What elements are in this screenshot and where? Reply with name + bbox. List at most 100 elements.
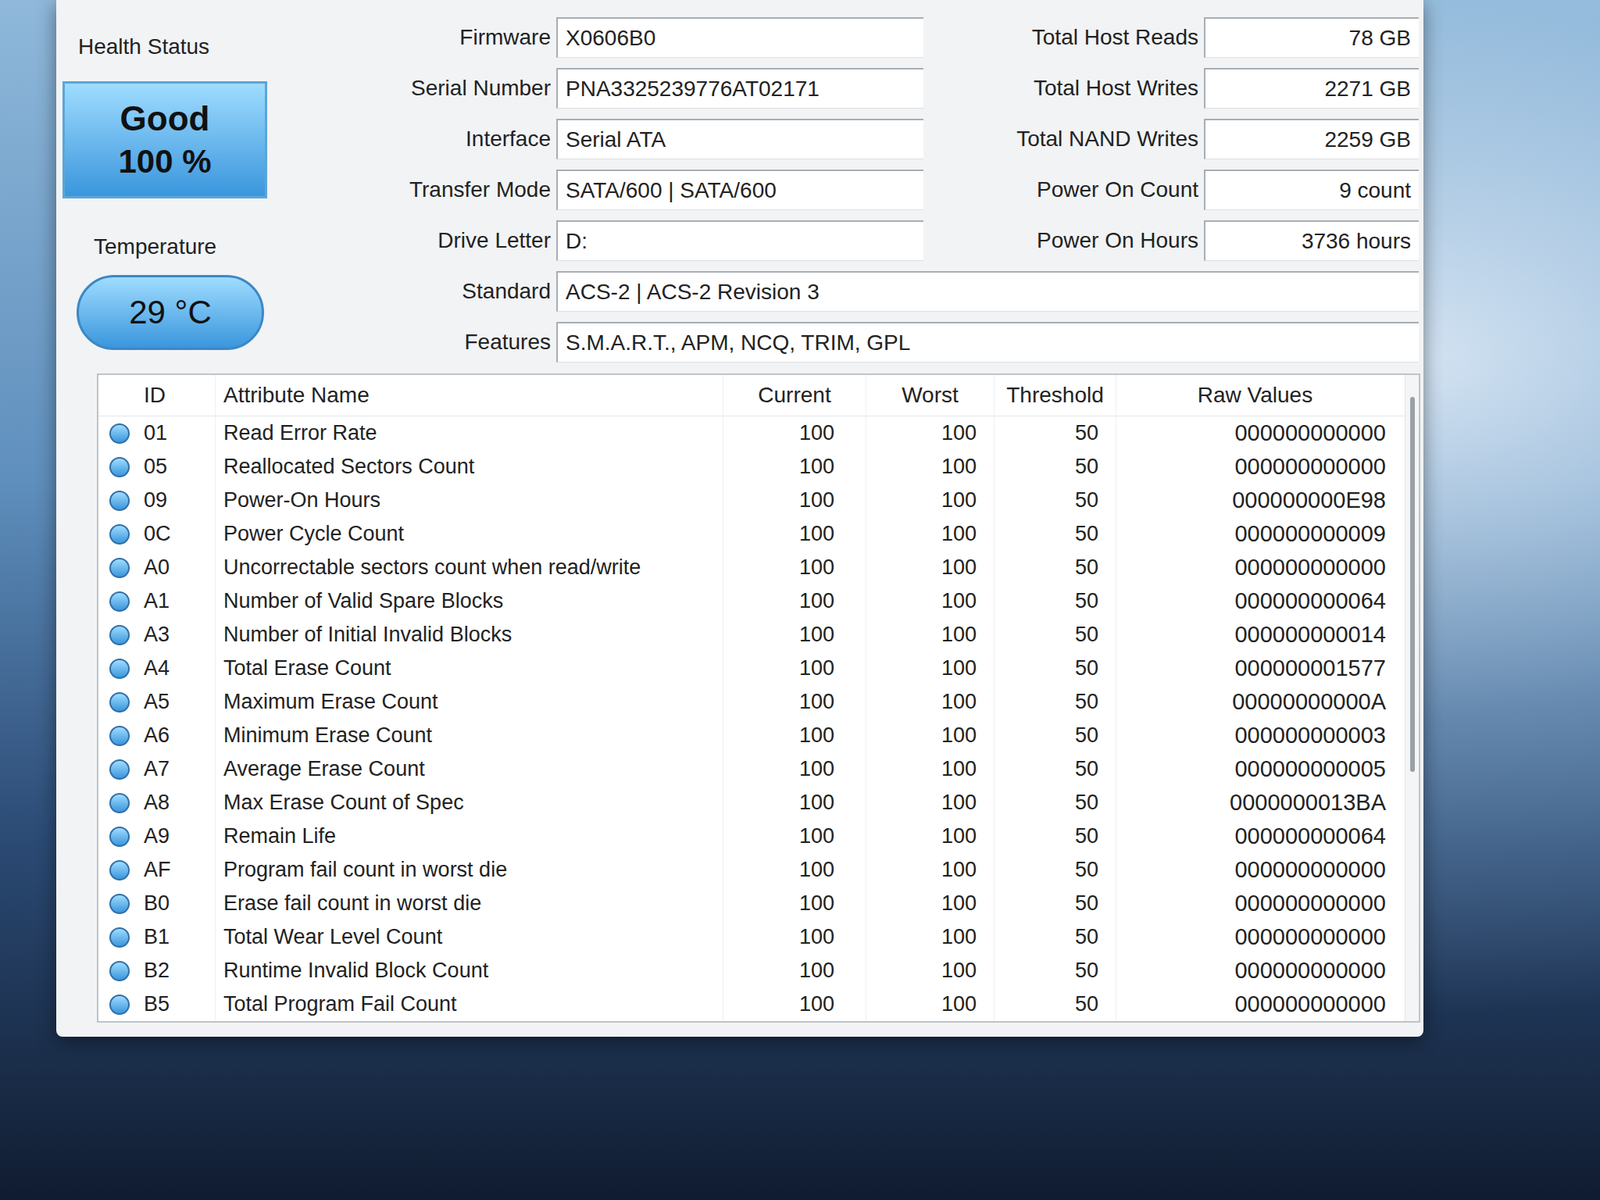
table-row[interactable]: A7Average Erase Count1001005000000000000… — [98, 752, 1405, 786]
column-header[interactable]: Threshold — [994, 375, 1117, 416]
status-dot-icon — [109, 692, 130, 713]
name-cell: Remain Life — [215, 819, 724, 854]
temperature-label: Temperature — [62, 234, 217, 260]
column-header[interactable]: Current — [723, 375, 867, 416]
current-cell: 100 — [723, 886, 867, 921]
temperature-badge[interactable]: 29 °C — [76, 275, 265, 350]
info-grid: FirmwareX0606B0Total Host Reads78 GBSeri… — [328, 17, 1419, 363]
threshold-cell: 50 — [994, 886, 1117, 921]
column-header[interactable]: ID — [98, 375, 216, 416]
info-label: Total NAND Writes — [928, 118, 1199, 160]
worst-cell: 100 — [866, 953, 995, 988]
table-header: IDAttribute NameCurrentWorstThresholdRaw… — [98, 375, 1405, 417]
name-cell: Maximum Erase Count — [215, 685, 724, 719]
column-header[interactable]: Raw Values — [1116, 375, 1405, 416]
name-cell: Read Error Rate — [215, 416, 724, 450]
info-label: Standard — [328, 271, 551, 312]
raw-cell: 000000000014 — [1116, 617, 1405, 652]
name-cell: Average Erase Count — [215, 752, 724, 786]
scrollbar-thumb[interactable] — [1410, 396, 1415, 772]
worst-cell: 100 — [866, 550, 995, 585]
id-cell: B2 — [98, 953, 216, 988]
status-dot-icon — [109, 625, 130, 646]
info-field: PNA3325239776AT02171 — [556, 67, 924, 109]
table-row[interactable]: A5Maximum Erase Count1001005000000000000… — [98, 685, 1405, 719]
name-cell: Minimum Erase Count — [215, 718, 724, 753]
table-row[interactable]: A9Remain Life10010050000000000064 — [98, 819, 1405, 854]
status-dot-icon — [109, 658, 130, 679]
status-dot-icon — [109, 524, 130, 545]
info-label: Serial Number — [328, 67, 551, 109]
table-row[interactable]: A0Uncorrectable sectors count when read/… — [98, 550, 1405, 585]
raw-cell: 000000000009 — [1116, 517, 1405, 551]
id-text: B0 — [143, 891, 170, 916]
table-row[interactable]: A8Max Erase Count of Spec100100500000000… — [98, 785, 1405, 820]
status-dot-icon — [109, 423, 130, 444]
info-field: S.M.A.R.T., APM, NCQ, TRIM, GPL — [556, 321, 1419, 363]
smart-table-body: IDAttribute NameCurrentWorstThresholdRaw… — [98, 375, 1405, 1022]
table-row[interactable]: AFProgram fail count in worst die1001005… — [98, 853, 1405, 887]
raw-cell: 000000000000 — [1116, 416, 1405, 450]
column-header[interactable]: Attribute Name — [215, 375, 724, 416]
status-dot-icon — [109, 557, 130, 579]
id-cell: 05 — [98, 450, 216, 484]
scrollbar[interactable] — [1404, 375, 1419, 1022]
status-dot-icon — [109, 960, 130, 982]
id-text: 09 — [143, 488, 168, 513]
table-row[interactable]: B0Erase fail count in worst die100100500… — [98, 886, 1405, 921]
name-cell: Max Erase Count of Spec — [215, 785, 724, 820]
id-text: A4 — [143, 656, 170, 681]
current-cell: 100 — [723, 685, 867, 719]
temperature-value: 29 °C — [128, 293, 212, 332]
id-text: A0 — [143, 555, 170, 580]
threshold-cell: 50 — [994, 517, 1117, 551]
info-field: D: — [556, 220, 924, 261]
id-cell: B5 — [98, 987, 216, 1022]
table-row[interactable]: A1Number of Valid Spare Blocks1001005000… — [98, 584, 1405, 618]
id-cell: 0C — [98, 517, 216, 551]
health-status-badge[interactable]: Good100 % — [62, 81, 268, 199]
current-cell: 100 — [723, 853, 867, 887]
table-row[interactable]: B2Runtime Invalid Block Count10010050000… — [98, 953, 1405, 988]
info-field: 78 GB — [1203, 17, 1419, 58]
health-status-label: Health Status — [62, 34, 210, 60]
table-row[interactable]: 01Read Error Rate10010050000000000000 — [98, 416, 1405, 450]
table-row[interactable]: A3Number of Initial Invalid Blocks100100… — [98, 617, 1405, 652]
id-cell: A3 — [98, 617, 216, 652]
id-cell: A8 — [98, 785, 216, 820]
name-cell: Total Program Fail Count — [215, 987, 724, 1022]
threshold-cell: 50 — [994, 718, 1117, 753]
table-row[interactable]: 09Power-On Hours10010050000000000E98 — [98, 483, 1405, 518]
table-row[interactable]: A4Total Erase Count10010050000000001577 — [98, 651, 1405, 686]
column-header[interactable]: Worst — [866, 375, 995, 416]
name-cell: Number of Valid Spare Blocks — [215, 584, 724, 618]
current-cell: 100 — [723, 785, 867, 820]
table-row[interactable]: 05Reallocated Sectors Count1001005000000… — [98, 450, 1405, 484]
raw-cell: 000000000005 — [1116, 752, 1405, 786]
current-cell: 100 — [723, 752, 867, 786]
threshold-cell: 50 — [994, 550, 1117, 585]
info-label: Firmware — [328, 17, 551, 58]
info-label: Interface — [328, 118, 551, 160]
name-cell: Power Cycle Count — [215, 517, 724, 551]
raw-cell: 000000000E98 — [1116, 483, 1405, 518]
table-row[interactable]: B1Total Wear Level Count1001005000000000… — [98, 920, 1405, 954]
drive-summary: Health Status Good100 % Temperature 29 °C Fi… — [62, 17, 1413, 363]
info-label: Total Host Writes — [928, 67, 1199, 109]
status-dot-icon — [109, 457, 130, 478]
info-label: Power On Hours — [928, 220, 1199, 261]
table-row[interactable]: 0CPower Cycle Count10010050000000000009 — [98, 517, 1405, 551]
raw-cell: 0000000013BA — [1116, 785, 1405, 820]
info-label: Features — [328, 321, 551, 363]
worst-cell: 100 — [866, 785, 995, 820]
status-dot-icon — [109, 591, 130, 612]
raw-cell: 000000000000 — [1116, 450, 1405, 484]
current-cell: 100 — [723, 819, 867, 854]
id-text: 0C — [143, 521, 172, 547]
id-text: B1 — [143, 925, 170, 950]
table-row[interactable]: A6Minimum Erase Count1001005000000000000… — [98, 718, 1405, 753]
info-label: Drive Letter — [328, 220, 551, 261]
table-row[interactable]: B5Total Program Fail Count10010050000000… — [98, 987, 1405, 1022]
current-cell: 100 — [723, 550, 867, 585]
id-text: 01 — [143, 421, 168, 446]
